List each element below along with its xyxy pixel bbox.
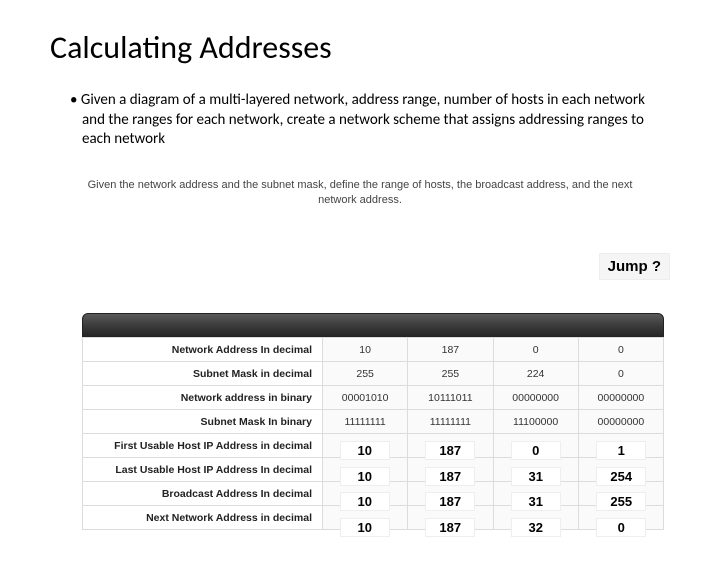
answer-overlay: 187 [425,467,475,486]
bullet-text: Given a diagram of a multi-layered netwo… [70,91,670,150]
slide-title: Calculating Addresses [50,28,720,67]
cell: 11111111 [323,410,408,434]
row-label: Last Usable Host IP Address In decimal [83,458,323,482]
row-label: Next Network Address in decimal [83,506,323,530]
answer-overlay: 10 [340,492,390,511]
cell: 224 [493,362,578,386]
row-label: Subnet Mask in decimal [83,362,323,386]
cell: 00000000 [493,386,578,410]
table-row: Subnet Mask In binary1111111111111111111… [83,410,664,434]
cell: 10111011 [408,386,493,410]
answer-overlay: 10 [340,467,390,486]
answer-overlay: 31 [511,467,561,486]
cell: 0 [493,338,578,362]
figure-caption: Given the network address and the subnet… [80,178,640,209]
cell: 00000000 [578,410,663,434]
cell: 10 [323,338,408,362]
answer-overlay: 0 [596,518,646,537]
answer-overlay: 32 [511,518,561,537]
table-row: Subnet Mask in decimal2552552240 [83,362,664,386]
table-header-bar [82,313,664,337]
jump-label[interactable]: Jump ? [599,253,670,280]
answer-overlay: 255 [596,492,646,511]
answer-overlay: 31 [511,492,561,511]
row-label: Broadcast Address In decimal [83,482,323,506]
cell: 255 [408,362,493,386]
cell: 00001010 [323,386,408,410]
cell: 255 [323,362,408,386]
answer-overlay: 0 [511,441,561,460]
cell: 0 [578,338,663,362]
answer-overlay: 254 [596,467,646,486]
cell: 00000000 [578,386,663,410]
cell: 0 [578,362,663,386]
row-label: Network Address In decimal [83,338,323,362]
cell: 11100000 [493,410,578,434]
cell: 187 [408,338,493,362]
cell: 11111111 [408,410,493,434]
row-label: Subnet Mask In binary [83,410,323,434]
answer-overlay: 10 [340,518,390,537]
row-label: First Usable Host IP Address in decimal [83,434,323,458]
answer-overlay: 187 [425,518,475,537]
address-table: Network Address In decimal1018700Subnet … [82,313,664,530]
answer-overlay: 1 [596,441,646,460]
answer-overlay: 10 [340,441,390,460]
answer-overlay: 187 [425,492,475,511]
table-row: Network address in binary000010101011101… [83,386,664,410]
table-row: Network Address In decimal1018700 [83,338,664,362]
answer-overlay: 187 [425,441,475,460]
row-label: Network address in binary [83,386,323,410]
